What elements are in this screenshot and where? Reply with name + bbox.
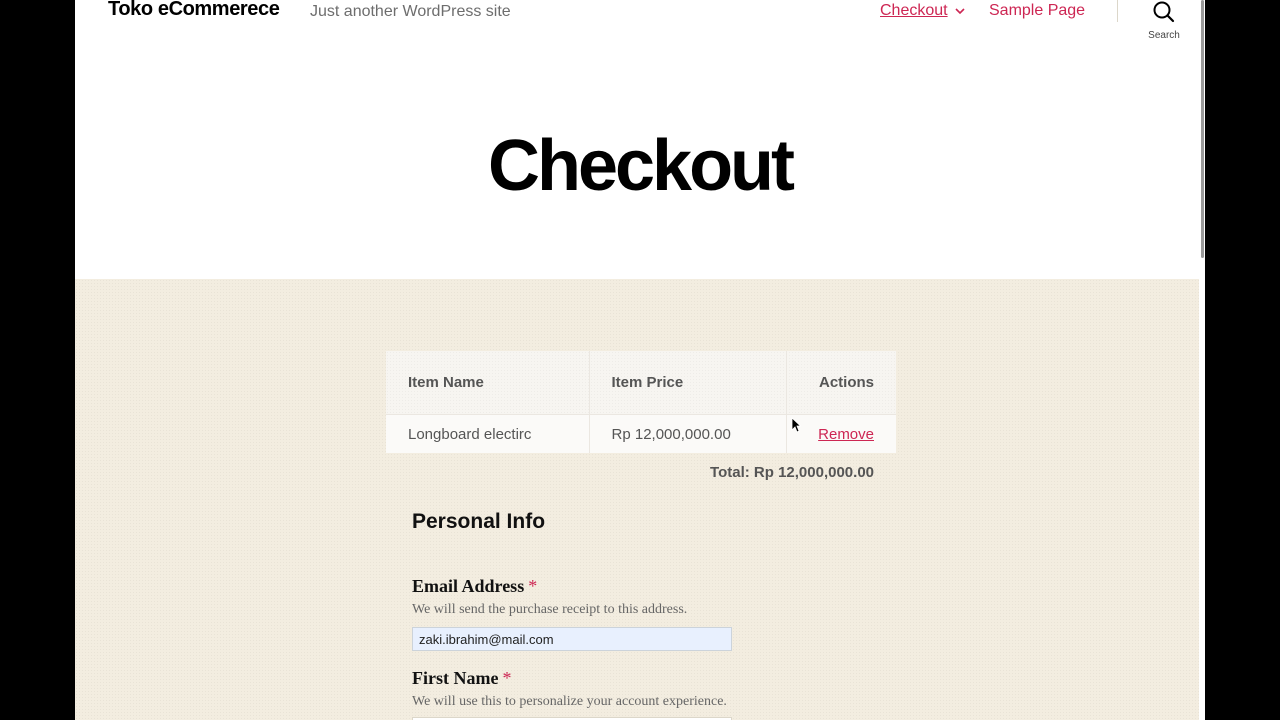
first-name-label-text: First Name	[412, 668, 499, 688]
first-name-label: First Name *	[412, 668, 511, 689]
site-description: Just another WordPress site	[310, 3, 511, 20]
search-toggle[interactable]: Search	[1139, 0, 1189, 44]
page: Toko eCommerece Just another WordPress s…	[75, 0, 1205, 720]
scrollbar-thumb[interactable]	[1201, 0, 1204, 258]
page-title: Checkout	[487, 126, 795, 206]
cart-item-price: Rp 12,000,000.00	[589, 414, 788, 453]
nav-item-checkout-label: Checkout	[880, 2, 948, 19]
remove-item-link[interactable]: Remove	[818, 426, 874, 443]
site-title[interactable]: Toko eCommerece	[108, 0, 280, 21]
checkout-content: Item Name Item Price Actions Longboard e…	[75, 279, 1205, 720]
personal-info-heading: Personal Info	[412, 510, 546, 533]
cart-header-row: Item Name Item Price Actions	[386, 351, 896, 415]
site-header: Toko eCommerece Just another WordPress s…	[75, 0, 1205, 60]
table-row: Longboard electirc Rp 12,000,000.00 Remo…	[386, 414, 896, 453]
email-label: Email Address *	[412, 576, 537, 597]
cart-item-name: Longboard electirc	[386, 414, 590, 453]
cart-table: Item Name Item Price Actions Longboard e…	[386, 351, 896, 453]
first-name-description: We will use this to personalize your acc…	[412, 694, 727, 709]
column-header-item-name: Item Name	[386, 351, 590, 415]
nav-item-sample-page[interactable]: Sample Page	[989, 2, 1085, 20]
search-icon	[1153, 1, 1175, 23]
cart-item-actions: Remove	[786, 414, 896, 453]
required-marker: *	[528, 576, 538, 596]
cart-total: Total: Rp 12,000,000.00	[710, 464, 874, 481]
required-marker: *	[502, 668, 512, 688]
nav-item-checkout[interactable]: Checkout	[880, 2, 966, 20]
email-field[interactable]	[412, 627, 732, 651]
email-label-text: Email Address	[412, 576, 525, 596]
mouse-pointer-icon	[791, 417, 801, 433]
column-header-actions: Actions	[818, 374, 874, 391]
chevron-down-icon[interactable]	[954, 5, 966, 17]
email-description: We will send the purchase receipt to thi…	[412, 602, 688, 617]
nav-divider	[1117, 0, 1118, 22]
search-label: Search	[1148, 30, 1180, 41]
column-header-item-price: Item Price	[589, 351, 788, 415]
